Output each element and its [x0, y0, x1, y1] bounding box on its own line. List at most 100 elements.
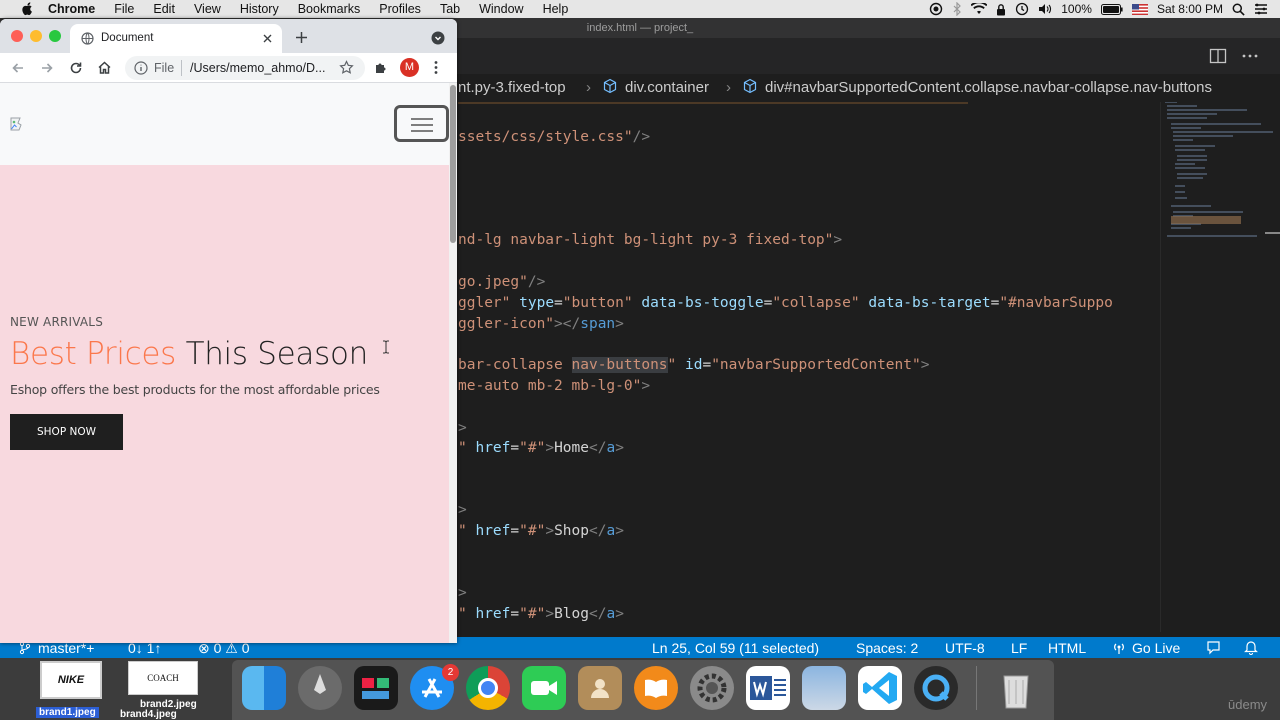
close-window-button[interactable]	[11, 30, 23, 42]
forward-icon[interactable]	[40, 61, 54, 75]
spotlight-icon[interactable]	[1232, 3, 1245, 16]
lock-icon[interactable]	[996, 3, 1006, 16]
facetime-icon[interactable]	[522, 666, 566, 710]
code-token: </	[588, 606, 607, 622]
breadcrumb-item-container[interactable]: div.container	[625, 74, 709, 102]
info-icon[interactable]	[134, 61, 148, 75]
menu-help[interactable]: Help	[543, 2, 569, 16]
text-cursor-icon	[383, 340, 389, 354]
broken-image-icon[interactable]	[10, 117, 26, 131]
cube-icon	[602, 74, 618, 102]
navbar-toggler-button[interactable]	[394, 105, 449, 142]
language-mode[interactable]: HTML	[1048, 637, 1086, 659]
desktop-file-thumbnail[interactable]: NIKE	[40, 661, 102, 699]
bell-icon[interactable]	[1244, 637, 1258, 659]
minimap-slider[interactable]	[1265, 232, 1280, 234]
code-token: "navbarSupportedContent"	[711, 357, 921, 373]
menu-view[interactable]: View	[194, 2, 221, 16]
broadcast-icon[interactable]	[1112, 637, 1126, 659]
trash-icon[interactable]	[994, 666, 1038, 710]
menu-profiles[interactable]: Profiles	[379, 2, 421, 16]
code-line: >	[458, 418, 467, 438]
chrome-menu-icon[interactable]	[433, 60, 439, 75]
url-text[interactable]: /Users/memo_ahmo/D...	[190, 61, 325, 75]
battery-icon[interactable]	[1100, 3, 1123, 15]
wifi-icon[interactable]	[971, 3, 988, 15]
indentation[interactable]: Spaces: 2	[856, 637, 918, 659]
split-editor-icon[interactable]	[1208, 46, 1228, 66]
books-icon[interactable]	[634, 666, 678, 710]
word-icon[interactable]	[746, 666, 790, 710]
code-token: >	[545, 523, 555, 539]
more-actions-icon[interactable]	[1240, 46, 1260, 66]
menubar-clock[interactable]: Sat 8:00 PM	[1157, 2, 1223, 16]
extensions-icon[interactable]	[373, 60, 388, 75]
selected-text[interactable]: nav-buttons	[571, 357, 668, 373]
menu-history[interactable]: History	[240, 2, 279, 16]
menu-file[interactable]: File	[114, 2, 134, 16]
feedback-icon[interactable]	[1206, 637, 1221, 659]
home-icon[interactable]	[97, 60, 112, 75]
breadcrumb-item-navbar-collapse[interactable]: div#navbarSupportedContent.collapse.navb…	[765, 74, 1212, 102]
contacts-icon[interactable]	[578, 666, 622, 710]
code-token: >	[641, 378, 651, 394]
control-center-icon[interactable]	[1254, 3, 1268, 15]
go-live-button[interactable]: Go Live	[1132, 637, 1180, 659]
bookmark-star-icon[interactable]	[339, 60, 354, 75]
address-bar[interactable]: File /Users/memo_ahmo/D...	[125, 56, 365, 80]
menu-edit[interactable]: Edit	[153, 2, 175, 16]
desktop-file-label[interactable]: brand4.jpeg	[120, 709, 177, 720]
page-viewport[interactable]: NEW ARRIVALS Best Prices This Season Esh…	[0, 83, 449, 643]
new-tab-icon[interactable]	[295, 31, 308, 44]
hero-subtext: Eshop offers the best products for the m…	[10, 382, 380, 397]
close-tab-icon[interactable]	[262, 33, 273, 44]
minimap[interactable]	[1160, 101, 1280, 632]
time-machine-icon[interactable]	[1015, 2, 1029, 16]
tab-search-icon[interactable]	[431, 31, 445, 45]
cursor-position[interactable]: Ln 25, Col 59 (11 selected)	[652, 637, 819, 659]
launchpad-icon[interactable]	[298, 666, 342, 710]
encoding[interactable]: UTF-8	[945, 637, 985, 659]
mission-control-icon[interactable]	[354, 666, 398, 710]
record-icon[interactable]	[929, 2, 943, 16]
profile-avatar[interactable]: M	[400, 58, 419, 77]
shop-now-button[interactable]: SHOP NOW	[10, 414, 123, 450]
code-token: "	[458, 606, 467, 622]
code-line: me-auto mb-2 mb-lg-0">	[458, 376, 650, 396]
desktop-file-thumbnail[interactable]: COACH	[128, 661, 198, 695]
code-token: =	[510, 606, 520, 622]
code-token: "	[458, 523, 467, 539]
system-preferences-icon[interactable]	[690, 666, 734, 710]
back-icon[interactable]	[11, 61, 25, 75]
menu-window[interactable]: Window	[479, 2, 523, 16]
end-of-line[interactable]: LF	[1011, 637, 1027, 659]
browser-tab[interactable]: Document	[70, 24, 282, 53]
reload-icon[interactable]	[69, 61, 83, 75]
code-line: ggler" type="button" data-bs-toggle="col…	[458, 293, 1113, 313]
code-line: >	[458, 583, 467, 603]
preview-icon[interactable]	[802, 666, 846, 710]
chrome-app-icon[interactable]	[466, 666, 510, 710]
code-token: =	[554, 295, 563, 311]
minimize-window-button[interactable]	[30, 30, 42, 42]
breadcrumb-item-nav[interactable]: nt.py-3.fixed-top	[458, 74, 566, 102]
code-token: ssets/css/style.css"	[458, 129, 633, 145]
desktop-file-label[interactable]: brand1.jpeg	[36, 707, 99, 718]
flag-us-icon[interactable]	[1131, 3, 1148, 15]
url-scheme-label: File	[154, 61, 175, 75]
code-token: "#navbarSuppo	[999, 295, 1113, 311]
volume-icon[interactable]	[1038, 3, 1052, 15]
code-token: >	[458, 585, 467, 601]
scrollbar-thumb[interactable]	[450, 85, 456, 243]
menu-bookmarks[interactable]: Bookmarks	[298, 2, 361, 16]
zoom-window-button[interactable]	[49, 30, 61, 42]
code-line: " href="#">Blog</a>	[458, 604, 624, 624]
menu-tab[interactable]: Tab	[440, 2, 460, 16]
bluetooth-icon[interactable]	[952, 2, 962, 16]
page-scrollbar[interactable]	[449, 83, 457, 643]
apple-icon[interactable]	[20, 2, 34, 16]
finder-icon[interactable]	[242, 666, 286, 710]
quicktime-icon[interactable]	[914, 666, 958, 710]
menu-app-chrome[interactable]: Chrome	[48, 2, 95, 16]
vscode-app-icon[interactable]	[858, 666, 902, 710]
